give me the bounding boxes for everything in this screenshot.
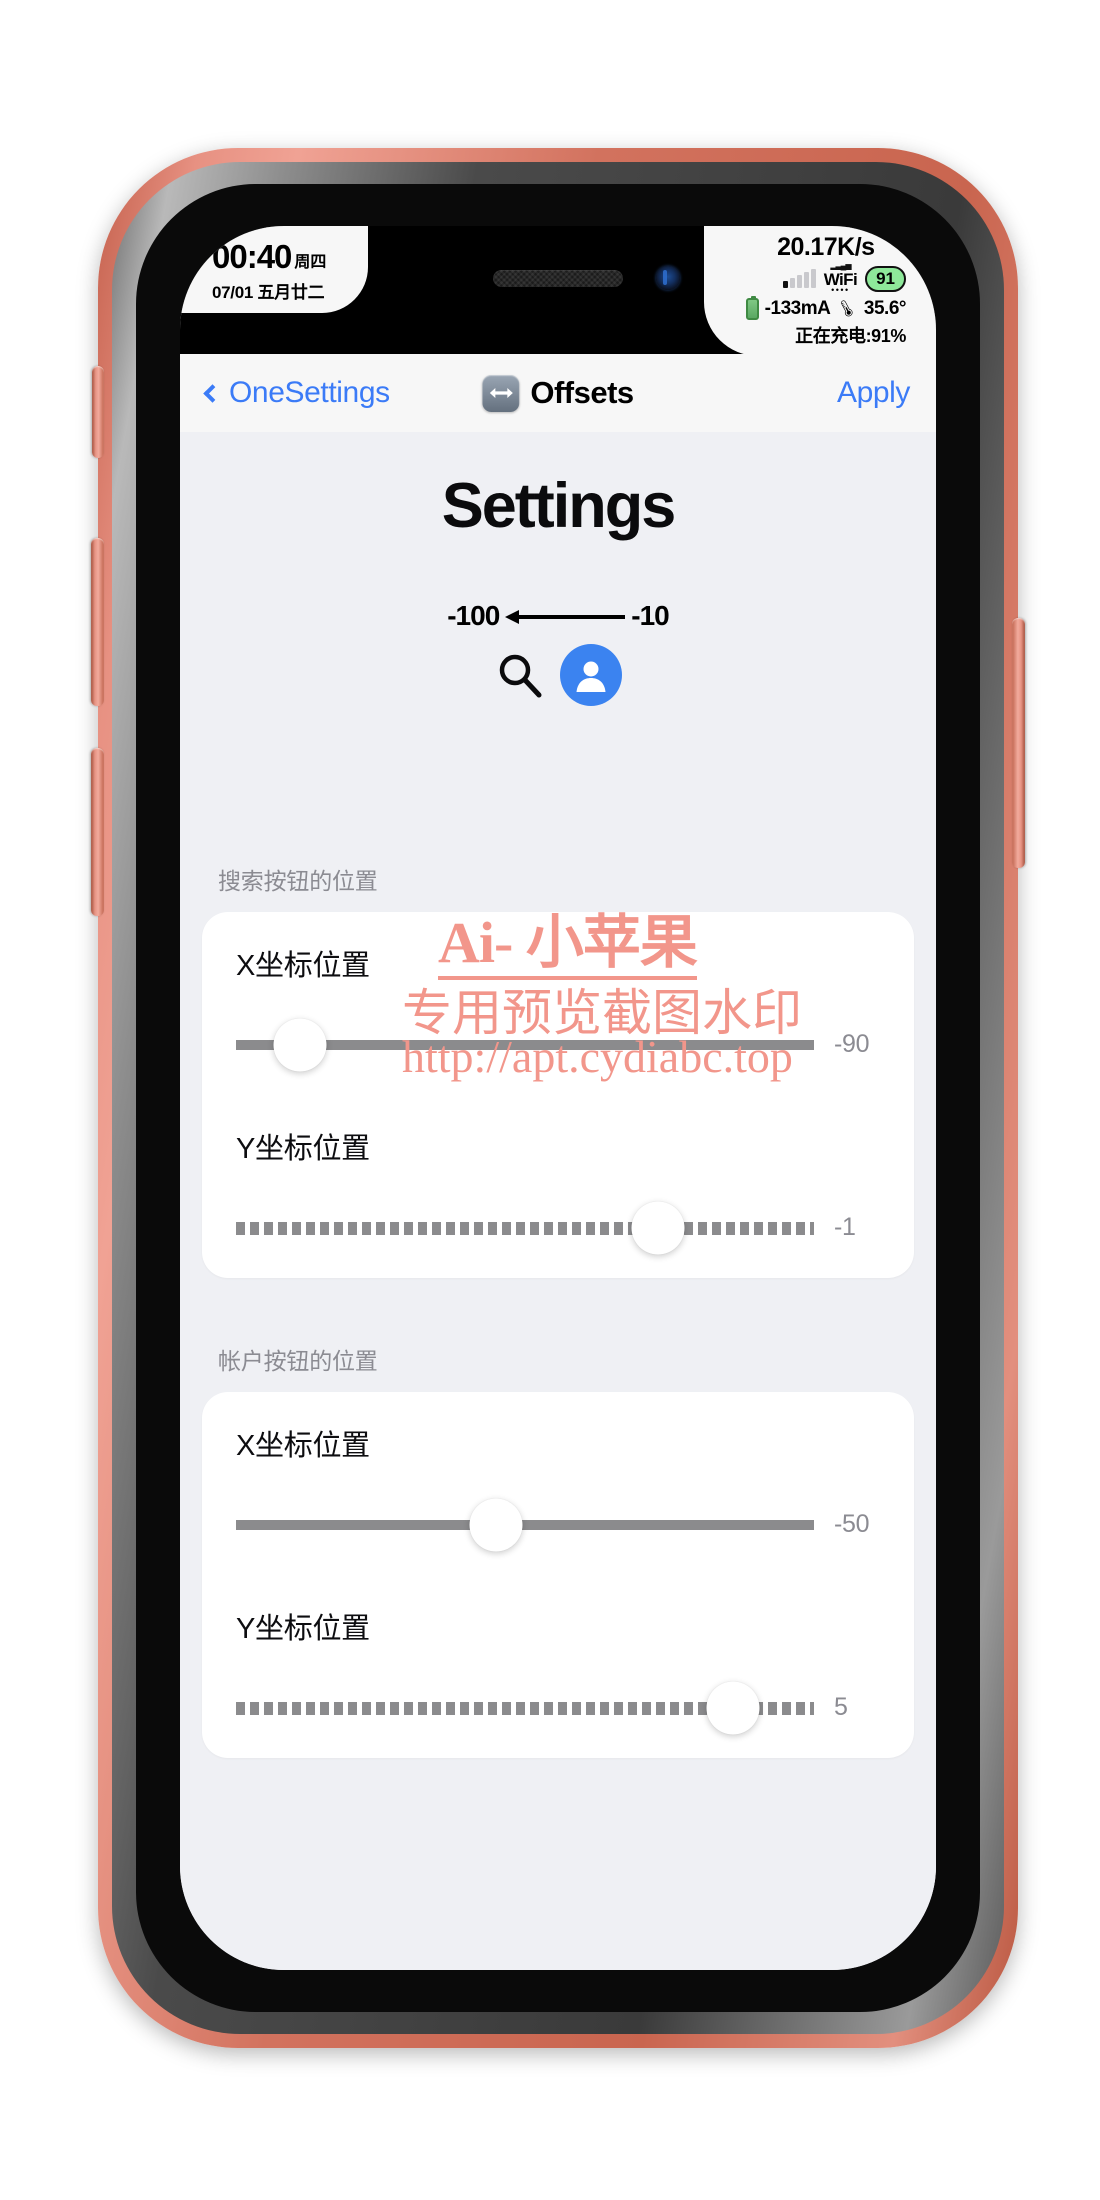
row-label: Y坐标位置 — [236, 1613, 370, 1645]
status-bar-clock: 00:40 周四 07/01 五月廿二 — [180, 226, 369, 313]
power-button[interactable] — [1012, 618, 1025, 868]
clock-date: 07/01 五月廿二 — [212, 283, 325, 302]
chevron-left-icon — [203, 383, 222, 403]
slider-rail — [236, 1221, 814, 1235]
front-camera-icon — [656, 266, 681, 290]
screenshot-stage: 00:40 周四 07/01 五月廿二 20.17K/s ▂▃▄▅ WiFi •… — [0, 0, 1100, 2200]
row-label: X坐标位置 — [236, 950, 370, 982]
row-label: X坐标位置 — [236, 1430, 370, 1462]
search-icon[interactable] — [494, 649, 546, 701]
navigation-bar: OneSettings Offsets Apply — [180, 354, 936, 432]
offsets-preview: Settings -100 -10 — [180, 432, 936, 862]
slider-control[interactable]: -90 — [236, 1018, 880, 1071]
page-title: Offsets — [530, 375, 634, 410]
phone-steel-band: 00:40 周四 07/01 五月廿二 20.17K/s ▂▃▄▅ WiFi •… — [112, 162, 1004, 2034]
left-right-arrow-icon — [482, 374, 520, 412]
slider-track[interactable] — [236, 1681, 814, 1734]
clock-time: 00:40 — [212, 238, 292, 275]
volume-down-button[interactable] — [91, 748, 104, 916]
wifi-icon: ▂▃▄▅ WiFi •••• — [823, 261, 858, 296]
annotation-right-value: -10 — [631, 600, 669, 631]
phone-screen: 00:40 周四 07/01 五月廿二 20.17K/s ▂▃▄▅ WiFi •… — [180, 226, 936, 1970]
charging-status-text: 正在充电:91% — [795, 326, 906, 347]
slider-thumb[interactable] — [706, 1681, 760, 1734]
settings-card-account: X坐标位置 -50 Y坐标位置 5 — [202, 1392, 914, 1758]
slider-track[interactable] — [236, 1498, 814, 1551]
slider-row: Y坐标位置 5 — [202, 1575, 914, 1758]
battery-icon — [745, 296, 759, 321]
volume-up-button[interactable] — [91, 538, 104, 706]
apply-button[interactable]: Apply — [837, 376, 910, 410]
slider-value: -90 — [834, 1030, 870, 1058]
earpiece-speaker-icon — [493, 270, 623, 287]
mute-switch-button[interactable] — [92, 366, 104, 458]
slider-track[interactable] — [236, 1018, 814, 1071]
back-button-label: OneSettings — [229, 376, 390, 409]
row-label: Y坐标位置 — [236, 1133, 370, 1165]
slider-row: Y坐标位置 -1 — [202, 1095, 914, 1278]
thermometer-icon: 🌡 — [832, 295, 861, 323]
offset-annotation: -100 -10 — [180, 600, 936, 632]
navbar-title-group: Offsets — [482, 374, 634, 412]
section-header-account: 帐户按钮的位置 — [218, 1348, 378, 1374]
clock-weekday: 周四 — [294, 254, 327, 271]
slider-control[interactable]: -50 — [236, 1498, 880, 1551]
cellular-signal-icon — [782, 269, 816, 289]
battery-temperature-text: 35.6° — [863, 298, 907, 320]
slider-thumb[interactable] — [631, 1201, 685, 1254]
status-bar-indicators: 20.17K/s ▂▃▄▅ WiFi •••• 91 -133mA 🌡 35.6… — [703, 226, 936, 357]
preview-heading: Settings — [441, 471, 677, 541]
section-header-search: 搜索按钮的位置 — [218, 868, 378, 894]
phone-frame: 00:40 周四 07/01 五月廿二 20.17K/s ▂▃▄▅ WiFi •… — [91, 148, 1025, 2048]
settings-content: Settings -100 -10 搜索按钮的位置 X坐标位置 -90 Y坐标位… — [180, 432, 936, 1970]
phone-bezel: 00:40 周四 07/01 五月廿二 20.17K/s ▂▃▄▅ WiFi •… — [136, 184, 980, 2012]
slider-row: X坐标位置 -50 — [202, 1392, 914, 1575]
slider-value: -1 — [834, 1213, 856, 1241]
network-speed-text: 20.17K/s — [777, 233, 875, 261]
slider-value: -50 — [834, 1510, 870, 1538]
slider-track[interactable] — [236, 1201, 814, 1254]
battery-current-text: -133mA — [764, 298, 831, 320]
settings-card-search: X坐标位置 -90 Y坐标位置 -1 — [202, 912, 914, 1278]
slider-value: 5 — [834, 1693, 848, 1721]
slider-rail — [236, 1519, 814, 1530]
annotation-left-value: -100 — [447, 600, 500, 631]
slider-control[interactable]: 5 — [236, 1681, 880, 1734]
slider-control[interactable]: -1 — [236, 1201, 880, 1254]
account-avatar-icon[interactable] — [560, 644, 622, 706]
slider-thumb[interactable] — [469, 1498, 523, 1551]
slider-row: X坐标位置 -90 — [202, 912, 914, 1095]
left-arrow-icon — [505, 609, 626, 624]
back-button[interactable]: OneSettings — [203, 376, 390, 410]
battery-percent-badge: 91 — [865, 265, 906, 292]
slider-thumb[interactable] — [273, 1018, 327, 1071]
preview-icon-row — [180, 644, 936, 706]
